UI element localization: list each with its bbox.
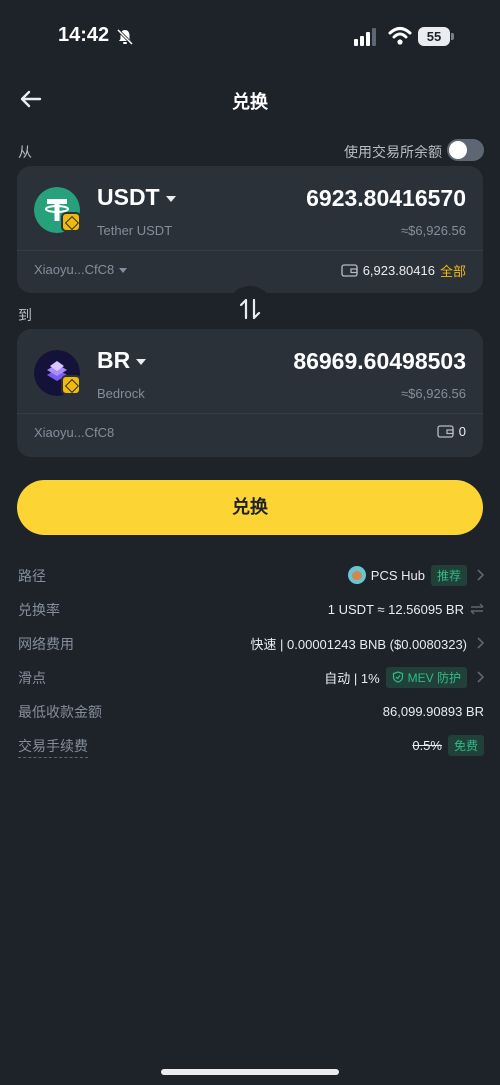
from-wallet-address: Xiaoyu...CfC8 <box>34 262 115 277</box>
slippage-row[interactable]: 滑点 自动 | 1% MEV 防护 <box>18 665 484 689</box>
shield-check-icon <box>392 671 403 683</box>
from-token-card: USDT Tether USDT 6923.80416570 ≈$6,926.5… <box>17 166 483 293</box>
to-amount: 86969.60498503 <box>293 348 466 374</box>
slippage-label: 滑点 <box>18 670 46 686</box>
from-token-selector[interactable]: USDT <box>97 184 176 211</box>
battery-level: 55 <box>418 27 450 46</box>
min-receive-label: 最低收款金额 <box>18 704 102 720</box>
trade-fee-label[interactable]: 交易手续费 <box>18 736 88 758</box>
route-label: 路径 <box>18 568 46 584</box>
swap-direction-button[interactable] <box>227 286 273 332</box>
from-balance-value: 6,923.80416 <box>362 263 435 278</box>
network-fee-label: 网络费用 <box>18 636 74 652</box>
to-balance: 0 <box>437 424 466 439</box>
from-amount-input[interactable]: 6923.80416570 <box>306 185 466 212</box>
trade-fee-row: 交易手续费 0.5% 免费 <box>18 733 484 758</box>
from-token-name: Tether USDT <box>97 223 173 238</box>
swap-button[interactable]: 兑换 <box>17 480 483 535</box>
rate-value: 1 USDT ≈ 12.56095 BR <box>327 601 464 617</box>
wallet-icon <box>341 264 358 277</box>
rate-label: 兑换率 <box>18 602 60 618</box>
slippage-value: 自动 | 1% <box>324 670 380 686</box>
pancakeswap-icon <box>347 566 366 584</box>
divider <box>17 413 483 414</box>
status-time: 14:42 <box>58 24 110 46</box>
recommended-badge: 推荐 <box>430 564 467 586</box>
battery-icon: 55 <box>418 27 454 46</box>
exchange-balance-toggle[interactable] <box>447 139 484 161</box>
from-balance: 6,923.80416 全部 <box>341 261 466 280</box>
network-fee-row[interactable]: 网络费用 快速 | 0.00001243 BNB ($0.0080323) <box>18 631 484 655</box>
to-token-card: BR Bedrock 86969.60498503 ≈$6,926.56 Xia… <box>17 329 483 457</box>
route-value: PCS Hub <box>370 567 425 583</box>
status-bar: 14:42 55 <box>0 0 500 72</box>
network-fee-value: 快速 | 0.00001243 BNB ($0.0080323) <box>250 636 467 652</box>
from-usd-value: ≈$6,926.56 <box>401 223 466 238</box>
min-receive-value: 86,099.90893 BR <box>382 703 484 719</box>
bnb-chain-icon <box>61 212 81 232</box>
to-wallet-address: Xiaoyu...CfC8 <box>34 425 115 440</box>
to-label: 到 <box>18 307 32 323</box>
swap-direction-icon <box>239 298 261 320</box>
caret-down-icon <box>136 358 147 365</box>
swap-rate-icon[interactable] <box>470 603 484 615</box>
trade-fee-original: 0.5% <box>412 737 442 753</box>
chevron-right-icon <box>477 671 484 683</box>
chevron-right-icon <box>477 569 484 581</box>
bell-off-icon <box>116 28 134 46</box>
page-header: 兑换 <box>0 76 500 122</box>
from-token-symbol: USDT <box>97 184 160 210</box>
home-indicator[interactable] <box>161 1069 339 1075</box>
divider <box>17 250 483 251</box>
mev-protection-badge: MEV 防护 <box>385 666 467 688</box>
from-wallet-selector[interactable]: Xiaoyu...CfC8 <box>34 262 128 277</box>
wallet-icon <box>437 425 454 438</box>
to-usd-value: ≈$6,926.56 <box>401 386 466 401</box>
route-row[interactable]: 路径 PCS Hub 推荐 <box>18 563 484 587</box>
wifi-icon <box>388 27 412 45</box>
exchange-balance-label: 使用交易所余额 <box>344 144 442 160</box>
rate-row: 兑换率 1 USDT ≈ 12.56095 BR <box>18 597 484 621</box>
to-token-symbol: BR <box>97 347 131 373</box>
free-badge: 免费 <box>447 734 484 756</box>
bnb-chain-icon <box>61 375 81 395</box>
max-button[interactable]: 全部 <box>440 261 466 280</box>
caret-down-icon <box>119 268 128 274</box>
signal-icon <box>354 28 376 46</box>
page-title: 兑换 <box>232 92 268 112</box>
caret-down-icon <box>165 195 176 202</box>
to-token-selector[interactable]: BR <box>97 347 147 374</box>
from-label: 从 <box>18 144 32 160</box>
min-receive-row: 最低收款金额 86,099.90893 BR <box>18 699 484 723</box>
to-token-name: Bedrock <box>97 386 145 401</box>
chevron-right-icon <box>477 637 484 649</box>
to-balance-value: 0 <box>458 424 466 439</box>
